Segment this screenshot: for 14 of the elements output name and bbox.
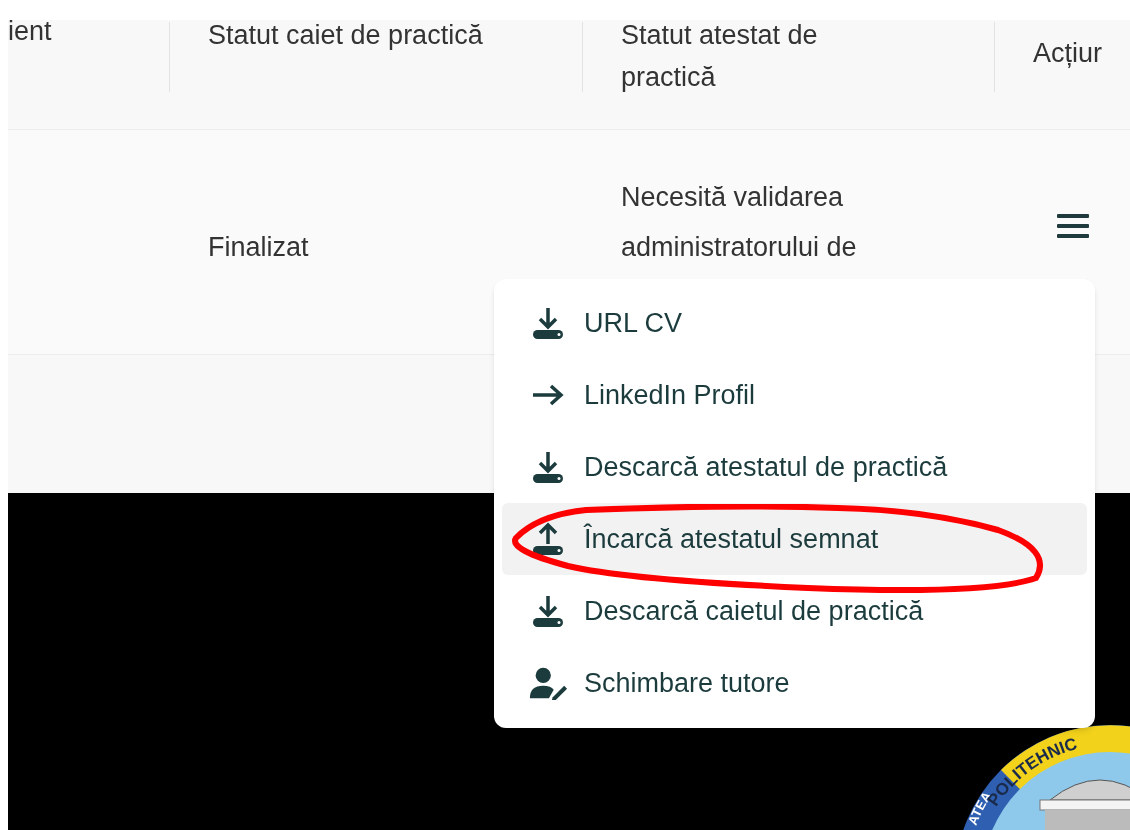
table-cell-text: Finalizat <box>208 231 310 264</box>
download-icon <box>531 594 565 628</box>
column-header: Statut atestat de practică <box>621 19 819 94</box>
download-icon <box>531 306 565 340</box>
menu-item[interactable]: Încarcă atestatul semnat <box>502 503 1087 575</box>
user-edit-icon <box>528 666 568 700</box>
download-icon <box>531 450 565 484</box>
column-header: ient <box>8 15 52 48</box>
column-header: Statut caiet de practică <box>208 19 484 52</box>
upload-icon <box>531 522 565 556</box>
arrow-right-icon <box>531 383 565 407</box>
menu-icon[interactable] <box>1057 212 1089 240</box>
column-header: Acțiur <box>1033 37 1103 70</box>
table-cell-text: Necesită validarea administratorului de <box>621 181 858 264</box>
